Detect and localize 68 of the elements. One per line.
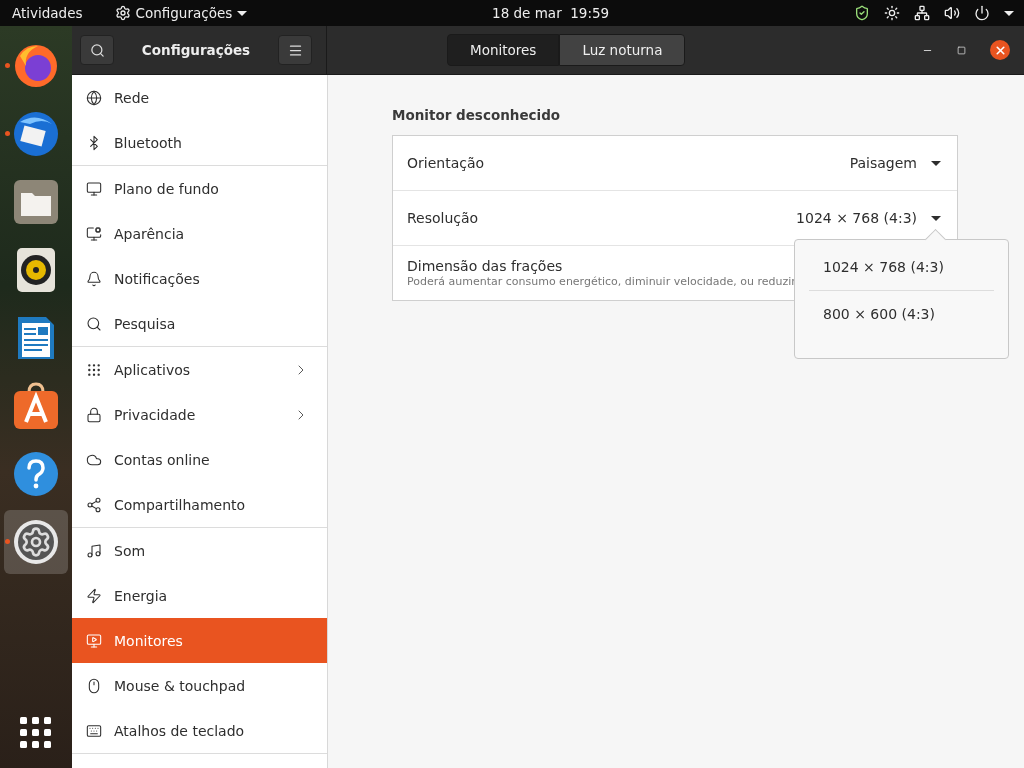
volume-icon[interactable] [944,5,960,21]
sidebar-item[interactable]: Monitores [72,618,327,663]
menu-button[interactable] [278,35,312,65]
sidebar-item[interactable]: Atalhos de teclado [72,708,327,753]
sidebar-item[interactable]: Plano de fundo [72,166,327,211]
sidebar-item-icon [86,225,102,242]
window-title: Configurações [141,42,251,58]
row-description: Poderá aumentar consumo energético, diminuir velocidade, ou reduzir [407,275,796,288]
row-label: Dimensão das frações [407,258,564,274]
folder-icon [13,179,59,225]
app-grid-icon[interactable] [20,717,52,749]
app-menu[interactable]: Configurações [114,5,248,21]
speaker-icon [16,247,56,293]
sidebar-item[interactable]: Aplicativos [72,347,327,392]
dropdown-value[interactable]: 1024 × 768 (4:3) [796,210,917,226]
sidebar-item[interactable]: Compartilhamento [72,482,327,527]
brightness-icon[interactable] [884,5,900,21]
sidebar-item[interactable]: Energia [72,573,327,618]
sidebar-item[interactable]: Notificações [72,256,327,301]
sidebar-item-icon [86,587,102,604]
sidebar-item-icon [86,677,102,694]
caret-icon[interactable] [931,160,941,166]
sidebar-item-icon [86,315,102,332]
settings-icon [13,519,59,565]
menu-option[interactable]: 800 × 600 (4:3) [809,290,994,337]
gear-icon [114,5,131,21]
sidebar-item[interactable]: Contas online [72,437,327,482]
sidebar-item-icon [86,180,102,197]
search-icon [89,42,105,58]
sidebar-item[interactable]: Privacidade [72,392,327,437]
section-title: Monitor desconhecido [392,107,562,123]
sidebar-item-icon [86,406,102,423]
sidebar-item[interactable]: Som [72,528,327,573]
sidebar-item-icon [86,270,102,287]
sidebar-item-icon [86,89,102,106]
shopping-bag-icon [13,382,59,430]
maximize-button[interactable] [957,45,966,55]
help-icon [13,451,59,497]
maximize-icon [957,45,966,55]
caret-icon[interactable] [931,215,941,221]
settings-row[interactable]: Orientação Paisagem [393,136,957,190]
sidebar-item-icon [86,361,102,378]
sidebar-item[interactable]: Pesquisa [72,301,327,346]
search-button[interactable] [80,35,114,65]
close-button[interactable] [990,40,1010,60]
clock[interactable]: 18 de mar 19:59 [247,5,854,21]
close-icon [993,43,1007,57]
sidebar-item-icon [86,722,102,739]
sidebar-item[interactable]: Mouse & touchpad [72,663,327,708]
sidebar-item-icon [86,496,102,513]
dock-item[interactable] [4,510,68,574]
tab[interactable]: Monitores [447,34,560,66]
sidebar-item-icon [86,632,102,649]
activities-button[interactable]: Atividades [12,5,83,21]
menu-icon [287,42,303,58]
tab[interactable]: Luz noturna [559,34,686,66]
row-label: Orientação [407,155,486,171]
sidebar-item-icon [86,542,102,559]
shield-icon[interactable] [854,5,870,21]
browser-icon [12,42,60,90]
sidebar-item[interactable]: Aparência [72,211,327,256]
row-label: Resolução [407,210,480,226]
network-icon[interactable] [914,5,930,21]
sidebar-item[interactable]: Bluetooth [72,120,327,165]
sidebar-item[interactable]: Rede [72,75,327,120]
power-icon[interactable] [974,5,990,21]
document-icon [16,315,56,361]
dropdown-value[interactable]: Paisagem [849,155,917,171]
